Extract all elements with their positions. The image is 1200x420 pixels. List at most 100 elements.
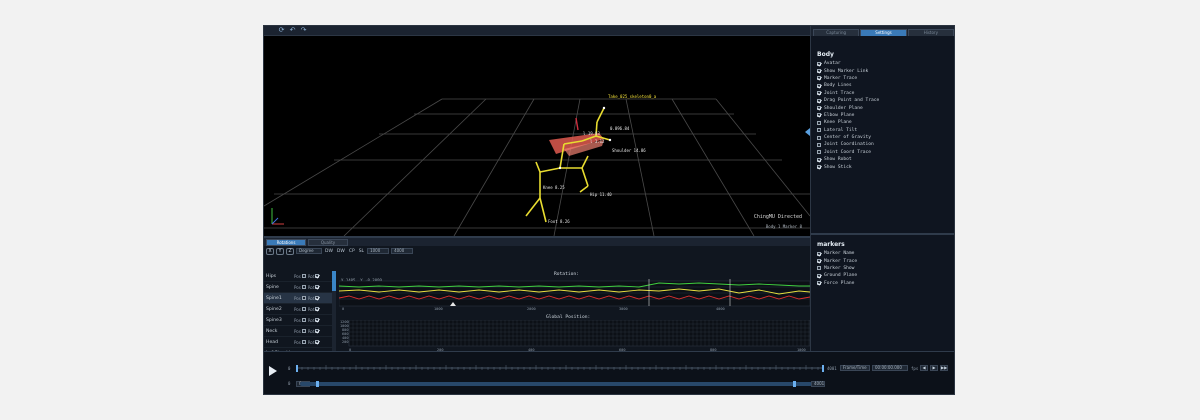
marker-checkbox[interactable] bbox=[817, 266, 821, 271]
body-checkbox[interactable] bbox=[817, 165, 821, 170]
body-option-row[interactable]: Center of Gravity bbox=[817, 134, 879, 141]
rot-checkbox[interactable] bbox=[315, 307, 320, 311]
joint-pos-toggle[interactable]: Pos bbox=[294, 340, 306, 345]
body-checkbox[interactable] bbox=[817, 150, 821, 155]
range-end-field[interactable]: 4000 bbox=[391, 248, 414, 254]
body-option-row[interactable]: Show Marker Link bbox=[817, 67, 879, 74]
axis-y-button[interactable]: Y bbox=[276, 247, 284, 255]
redo-icon[interactable]: ↷ bbox=[300, 27, 307, 34]
3d-viewport[interactable]: Take_025_skeleton0_a 0.896.84 l 19.83 Sh… bbox=[264, 36, 810, 236]
joint-list-scrollbar[interactable] bbox=[332, 271, 336, 353]
tool-dw2-icon[interactable]: DW bbox=[336, 249, 346, 254]
joint-pos-toggle[interactable]: Pos bbox=[294, 307, 306, 312]
play-button[interactable] bbox=[269, 366, 277, 376]
tool-cp-icon[interactable]: CP bbox=[348, 249, 356, 254]
marker-option-row[interactable]: Force Plane bbox=[817, 280, 857, 287]
body-option-row[interactable]: Joint Trace bbox=[817, 90, 879, 97]
body-checkbox[interactable] bbox=[817, 157, 821, 162]
rot-checkbox[interactable] bbox=[315, 296, 320, 300]
rot-checkbox[interactable] bbox=[315, 285, 320, 289]
skeleton-figure[interactable] bbox=[525, 106, 612, 223]
pos-checkbox[interactable] bbox=[301, 329, 306, 333]
body-checkbox[interactable] bbox=[817, 98, 821, 103]
body-checkbox[interactable] bbox=[817, 120, 821, 125]
step-forward-button[interactable]: ▶ bbox=[930, 365, 938, 371]
end-frame-field[interactable]: 4001 bbox=[811, 381, 825, 387]
body-checkbox[interactable] bbox=[817, 76, 821, 81]
joint-pos-toggle[interactable]: Pos bbox=[294, 274, 306, 279]
joint-rot-toggle[interactable]: Rot bbox=[308, 274, 320, 279]
joint-row[interactable]: Spine1 Pos Rot bbox=[264, 293, 332, 304]
marker-option-row[interactable]: Marker Show bbox=[817, 265, 857, 272]
joint-row[interactable]: Head Pos Rot bbox=[264, 337, 332, 348]
tool-sl-icon[interactable]: SL bbox=[358, 249, 365, 254]
joint-pos-toggle[interactable]: Pos bbox=[294, 318, 306, 323]
joint-pos-toggle[interactable]: Pos bbox=[294, 329, 306, 334]
body-checkbox[interactable] bbox=[817, 91, 821, 96]
undo-icon[interactable]: ↶ bbox=[289, 27, 296, 34]
body-option-row[interactable]: Lateral Tilt bbox=[817, 127, 879, 134]
range-start-field[interactable]: 1000 bbox=[367, 248, 390, 254]
joint-rot-toggle[interactable]: Rot bbox=[308, 318, 320, 323]
body-checkbox[interactable] bbox=[817, 106, 821, 111]
body-option-row[interactable]: Marker Trace bbox=[817, 75, 879, 82]
range-end-handle[interactable] bbox=[793, 381, 796, 387]
joint-rot-toggle[interactable]: Rot bbox=[308, 285, 320, 290]
body-checkbox[interactable] bbox=[817, 135, 821, 140]
global-position-chart[interactable] bbox=[339, 320, 810, 353]
body-option-row[interactable]: Joint Coordination bbox=[817, 141, 879, 148]
axis-x-button[interactable]: X bbox=[266, 247, 274, 255]
step-back-button[interactable]: ◀ bbox=[920, 365, 928, 371]
pos-checkbox[interactable] bbox=[301, 296, 306, 300]
time-mode-select[interactable]: Frame/Time bbox=[840, 365, 870, 371]
body-option-row[interactable]: Elbow Plane bbox=[817, 112, 879, 119]
body-option-row[interactable]: Joint Coord Trace bbox=[817, 149, 879, 156]
marker-option-row[interactable]: Ground Plane bbox=[817, 272, 857, 279]
body-option-row[interactable]: Show Stick bbox=[817, 163, 879, 170]
body-option-row[interactable]: Shoulder Plane bbox=[817, 104, 879, 111]
marker-checkbox[interactable] bbox=[817, 273, 821, 278]
pos-checkbox[interactable] bbox=[301, 318, 306, 322]
body-option-row[interactable]: Avatar bbox=[817, 60, 879, 67]
body-checkbox[interactable] bbox=[817, 69, 821, 74]
range-start-handle[interactable] bbox=[316, 381, 319, 387]
pos-checkbox[interactable] bbox=[301, 285, 306, 289]
marker-checkbox[interactable] bbox=[817, 251, 821, 256]
tool-dw-icon[interactable]: DW bbox=[324, 249, 334, 254]
tab-settings[interactable]: Settings bbox=[860, 29, 907, 36]
unit-select[interactable]: Degree bbox=[296, 248, 322, 254]
body-checkbox[interactable] bbox=[817, 142, 821, 147]
marker-checkbox[interactable] bbox=[817, 281, 821, 286]
collapse-arrow-icon[interactable] bbox=[805, 128, 810, 136]
pos-checkbox[interactable] bbox=[301, 307, 306, 311]
pos-checkbox[interactable] bbox=[301, 340, 306, 344]
joint-row[interactable]: Hips Pos Rot bbox=[264, 271, 332, 282]
body-checkbox[interactable] bbox=[817, 61, 821, 66]
marker-option-row[interactable]: Marker Name bbox=[817, 250, 857, 257]
timeline-ruler[interactable] bbox=[296, 365, 824, 372]
fast-forward-button[interactable]: ▶▶ bbox=[940, 365, 948, 371]
sync-icon[interactable]: ⟳ bbox=[278, 27, 285, 34]
joint-rot-toggle[interactable]: Rot bbox=[308, 340, 320, 345]
marker-checkbox[interactable] bbox=[817, 259, 821, 264]
pos-checkbox[interactable] bbox=[301, 274, 306, 278]
marker-option-row[interactable]: Marker Trace bbox=[817, 257, 857, 264]
rotation-chart[interactable] bbox=[339, 271, 810, 311]
rot-checkbox[interactable] bbox=[315, 274, 320, 278]
body-checkbox[interactable] bbox=[817, 113, 821, 118]
joint-rot-toggle[interactable]: Rot bbox=[308, 296, 320, 301]
joint-row[interactable]: Spine3 Pos Rot bbox=[264, 315, 332, 326]
body-option-row[interactable]: Knee Plane bbox=[817, 119, 879, 126]
joint-pos-toggle[interactable]: Pos bbox=[294, 296, 306, 301]
body-checkbox[interactable] bbox=[817, 128, 821, 133]
joint-row[interactable]: Neck Pos Rot bbox=[264, 326, 332, 337]
joint-rot-toggle[interactable]: Rot bbox=[308, 329, 320, 334]
body-option-row[interactable]: Body Lines bbox=[817, 82, 879, 89]
body-option-row[interactable]: Drag Point and Trace bbox=[817, 97, 879, 104]
tab-capturing[interactable]: Capturing bbox=[813, 29, 860, 36]
rot-checkbox[interactable] bbox=[315, 318, 320, 322]
tab-quality[interactable]: Quality bbox=[308, 239, 348, 246]
joint-row[interactable]: Spine Pos Rot bbox=[264, 282, 332, 293]
body-option-row[interactable]: Show Robot bbox=[817, 156, 879, 163]
tab-rotations[interactable]: Rotations bbox=[266, 239, 306, 246]
